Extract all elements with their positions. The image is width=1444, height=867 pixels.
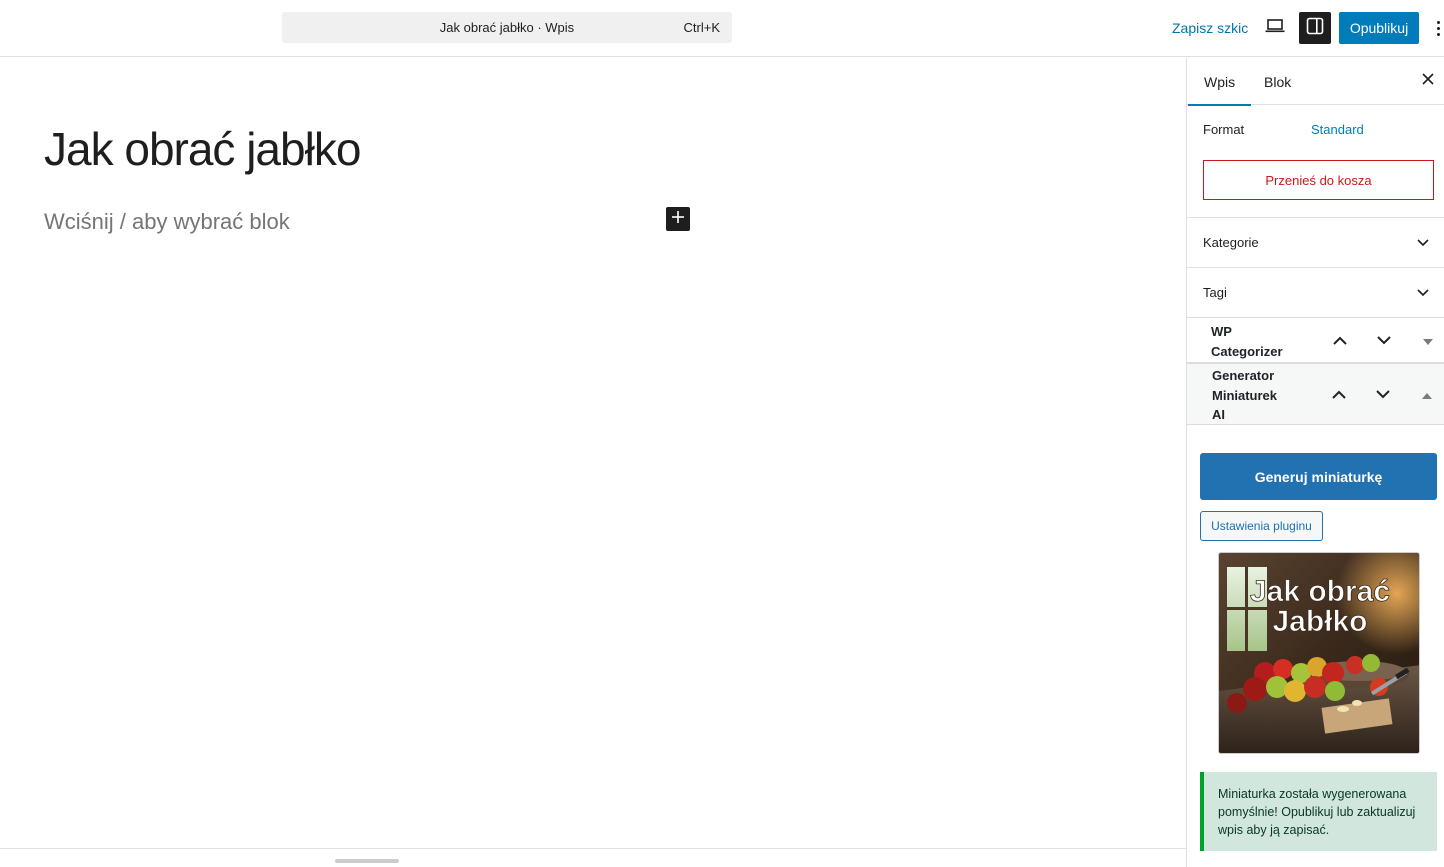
command-palette-button[interactable]: Jak obrać jabłko · Wpis Ctrl+K <box>282 12 732 43</box>
more-dot <box>1436 26 1440 30</box>
chevron-up-icon <box>1332 386 1346 404</box>
more-dot <box>1436 32 1440 36</box>
move-up-button[interactable] <box>1329 330 1351 352</box>
toggle-panel-button[interactable] <box>1416 384 1438 406</box>
move-down-button[interactable] <box>1372 384 1394 406</box>
metabox-title-line: Categorizer <box>1211 343 1283 359</box>
success-notice: Miniaturka została wygenerowana pomyślni… <box>1200 772 1437 851</box>
chevron-down-icon <box>1417 235 1429 250</box>
post-title[interactable]: Jak obrać jabłko <box>44 122 361 176</box>
plus-icon <box>671 210 685 229</box>
block-placeholder[interactable]: Wciśnij / aby wybrać blok <box>44 209 290 235</box>
chevron-down-icon <box>1377 332 1391 350</box>
chevron-down-icon <box>1376 386 1390 404</box>
metabox-title: Generator Miniaturek AI <box>1212 366 1277 425</box>
preview-button[interactable] <box>1259 12 1291 44</box>
tab-block[interactable]: Blok <box>1264 58 1291 105</box>
generate-thumbnail-button[interactable]: Generuj miniaturkę <box>1200 453 1437 500</box>
tab-post[interactable]: Wpis <box>1187 58 1252 106</box>
metabox-wp-categorizer: WP Categorizer <box>1187 317 1444 363</box>
thumbnail-text-line-1: Jak obrać <box>1250 575 1390 608</box>
move-down-button[interactable] <box>1373 330 1395 352</box>
panel-label: Kategorie <box>1203 235 1259 250</box>
laptop-icon <box>1265 18 1285 39</box>
format-label: Format <box>1203 122 1245 137</box>
metabox-title-line: Miniaturek <box>1212 387 1278 403</box>
shortcut-hint: Ctrl+K <box>683 20 720 35</box>
editor-footer-divider <box>0 848 1186 849</box>
settings-toggle-button[interactable] <box>1299 12 1331 44</box>
move-up-button[interactable] <box>1328 384 1350 406</box>
generated-thumbnail: Jak obrać Jabłko <box>1218 552 1420 754</box>
block-inserter-button[interactable] <box>666 207 690 231</box>
format-dropdown[interactable]: Standard <box>1311 122 1364 137</box>
panel-label: Tagi <box>1203 285 1227 300</box>
editor-header: Jak obrać jabłko · Wpis Ctrl+K Zapisz sz… <box>0 0 1444 57</box>
close-icon <box>1422 72 1434 90</box>
editor-canvas: Jak obrać jabłko Wciśnij / aby wybrać bl… <box>0 58 1186 867</box>
triangle-up-icon <box>1422 386 1432 404</box>
metabox-title-line: Generator <box>1212 368 1275 383</box>
metabox-thumbnail-generator: Generator Miniaturek AI <box>1187 363 1444 425</box>
thumbnail-text-line-2: Jabłko <box>1272 605 1367 638</box>
triangle-down-icon <box>1423 332 1433 350</box>
panel-categories[interactable]: Kategorie <box>1187 218 1444 267</box>
save-draft-button[interactable]: Zapisz szkic <box>1163 12 1257 44</box>
more-vertical-icon <box>1436 20 1440 24</box>
sidebar-toggle-icon <box>1306 17 1324 40</box>
sidebar-tabs: Wpis Blok <box>1187 58 1444 106</box>
chevron-up-icon <box>1333 332 1347 350</box>
settings-sidebar: Wpis Blok Format Standard Przenieś do ko… <box>1186 58 1444 867</box>
move-to-trash-button[interactable]: Przenieś do kosza <box>1203 160 1434 200</box>
thumbnail-image: Jak obrać Jabłko <box>1219 553 1419 753</box>
resize-handle[interactable] <box>335 859 399 863</box>
close-sidebar-button[interactable] <box>1417 70 1439 92</box>
metabox-title-line: WP <box>1211 324 1232 339</box>
metabox-title: WP Categorizer <box>1211 322 1283 361</box>
metabox-title-line: AI <box>1212 407 1225 422</box>
toggle-panel-button[interactable] <box>1417 330 1439 352</box>
document-title: Jak obrać jabłko · Wpis <box>439 20 575 35</box>
publish-button[interactable]: Opublikuj <box>1339 12 1419 44</box>
chevron-down-icon <box>1417 285 1429 300</box>
panel-tags[interactable]: Tagi <box>1187 268 1444 317</box>
plugin-settings-button[interactable]: Ustawienia pluginu <box>1200 511 1323 541</box>
options-button[interactable] <box>1432 12 1444 44</box>
